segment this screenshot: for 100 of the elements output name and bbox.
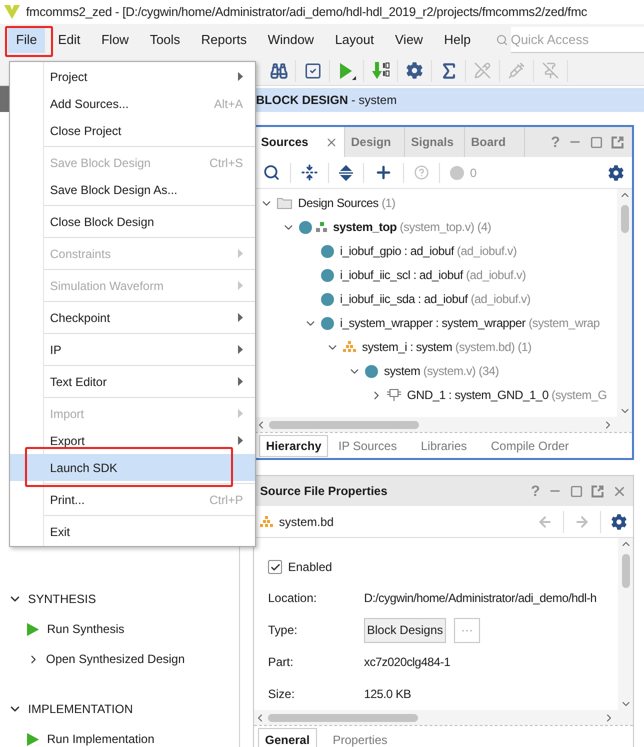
horizontal-scrollbar[interactable] <box>254 710 633 725</box>
collapse-all-icon[interactable] <box>301 164 318 181</box>
property-label: Location: <box>268 590 318 607</box>
tree-item-label[interactable]: i_system_wrapper : system_wrapper (system_wrap <box>340 314 600 332</box>
vertical-scrollbar[interactable] <box>617 189 632 417</box>
menu-item[interactable]: Save Block Design As... <box>10 176 255 203</box>
scrollbar-thumb[interactable] <box>622 554 630 588</box>
expand-all-icon[interactable] <box>339 164 353 180</box>
menu-item[interactable]: Print... Ctrl+P <box>10 486 255 513</box>
scrollbar-thumb[interactable] <box>620 205 628 233</box>
warning-count: 0 <box>470 164 477 182</box>
view-tab[interactable]: Hierarchy <box>259 434 328 456</box>
panel-tab[interactable]: Signals <box>405 127 465 157</box>
add-icon[interactable] <box>374 163 393 182</box>
submenu-arrow-icon <box>238 409 243 418</box>
checkbox-icon[interactable] <box>304 62 322 80</box>
shortcut-label: Alt+A <box>214 96 243 112</box>
property-label: Size: <box>268 686 296 703</box>
tree-item-label[interactable]: i_iobuf_iic_sda : ad_iobuf (ad_iobuf.v) <box>340 290 530 308</box>
tree-item-label[interactable]: system_top (system_top.v) (4) <box>333 218 492 236</box>
search-icon <box>496 34 508 46</box>
tree-item-label[interactable]: i_iobuf_gpio : ad_iobuf (ad_iobuf.v) <box>340 242 517 260</box>
menu-item[interactable]: Exit <box>10 518 255 545</box>
panel-tab[interactable]: Design <box>345 127 405 157</box>
view-tab[interactable]: Compile Order <box>484 434 575 456</box>
checkbox-label: Enabled <box>288 559 332 576</box>
panel-tab[interactable]: Board <box>465 127 525 157</box>
panel-title: Source File Properties <box>260 483 388 500</box>
section-heading[interactable]: IMPLEMENTATION <box>28 700 133 718</box>
view-tab[interactable]: Properties <box>326 728 394 747</box>
file-name: system.bd <box>279 514 334 530</box>
property-label: Type: <box>268 622 298 639</box>
download-arrow-icon[interactable] <box>372 60 390 80</box>
view-tab[interactable]: IP Sources <box>332 434 403 456</box>
menu-item[interactable]: IP <box>10 336 255 363</box>
tree-item-label[interactable]: system (system.v) (34) <box>384 362 499 380</box>
property-value: xc7z020clg484-1 <box>364 654 450 671</box>
chip-icon <box>387 388 401 402</box>
play-icon <box>27 732 39 746</box>
float-window-icon[interactable] <box>591 484 604 498</box>
shortcut-label: Ctrl+S <box>209 154 243 172</box>
submenu-arrow-icon <box>238 72 243 81</box>
menu-item[interactable]: Reports <box>193 27 255 53</box>
block-design-icon <box>260 516 273 528</box>
window-title: fmcomms2_zed - [D:/cygwin/home/Administrator/adi_demo/hdl-hdl_2019_r2/projects/fmcomms2/zed/fmc <box>26 4 588 21</box>
property-label: Part: <box>268 654 294 671</box>
tree-item-label[interactable]: i_iobuf_iic_scl : ad_iobuf (ad_iobuf.v) <box>340 266 526 284</box>
menu-item[interactable]: Checkpoint <box>10 304 255 331</box>
menu-item[interactable]: Text Editor <box>10 368 255 395</box>
submenu-arrow-icon <box>238 345 243 354</box>
horizontal-scrollbar[interactable] <box>255 417 632 432</box>
quick-access-field[interactable]: Quick Access <box>510 27 644 53</box>
view-tab[interactable]: Libraries <box>414 434 473 456</box>
tree-item-label[interactable]: Design Sources (1) <box>298 194 396 212</box>
annotation-frame <box>5 26 53 57</box>
hierarchy-icon <box>316 222 327 232</box>
maximize-icon[interactable] <box>570 484 583 498</box>
maximize-icon[interactable] <box>590 136 603 148</box>
property-value: 125.0 KB <box>364 686 411 703</box>
shortcut-label: Ctrl+P <box>209 492 243 508</box>
binoculars-icon[interactable] <box>270 62 288 80</box>
menu-item[interactable]: Export <box>10 427 255 454</box>
submenu-arrow-icon <box>238 313 243 322</box>
settings-icon[interactable] <box>406 62 423 79</box>
close-icon[interactable] <box>325 136 338 148</box>
view-tab[interactable]: General <box>258 728 317 747</box>
menu-item[interactable]: Edit <box>50 27 88 53</box>
enabled-checkbox[interactable] <box>268 560 282 574</box>
float-window-icon[interactable] <box>611 136 624 148</box>
tree-item-label[interactable]: system_i : system (system.bd) (1) <box>362 338 532 356</box>
menu-item[interactable]: Layout <box>326 27 382 53</box>
property-value: D:/cygwin/home/Administrator/adi_demo/hdl-h <box>364 590 597 607</box>
submenu-arrow-icon <box>238 377 243 386</box>
menu-item[interactable]: Project <box>10 63 255 90</box>
menu-item[interactable]: Launch SDK <box>10 454 255 481</box>
menu-item[interactable]: Tools <box>142 27 188 53</box>
section-heading[interactable]: SYNTHESIS <box>28 590 96 608</box>
menu-item[interactable]: File <box>8 27 45 53</box>
folder-icon <box>277 197 292 209</box>
vertical-scrollbar[interactable] <box>618 538 633 710</box>
menu-item[interactable]: Window <box>260 27 322 53</box>
settings-icon[interactable] <box>608 164 624 180</box>
menu-item[interactable]: Flow <box>93 27 137 53</box>
menu-item[interactable]: Close Block Design <box>10 208 255 235</box>
settings-icon[interactable] <box>611 514 627 530</box>
flow-link[interactable]: Open Synthesized Design <box>46 650 185 668</box>
menu-item[interactable]: Help <box>436 27 479 53</box>
submenu-arrow-icon <box>238 249 243 258</box>
tree-item-label[interactable]: GND_1 : system_GND_1_0 (system_G <box>407 386 607 404</box>
menu-item[interactable]: View <box>387 27 431 53</box>
submenu-arrow-icon <box>238 436 243 445</box>
submenu-arrow-icon <box>238 281 243 290</box>
flow-link[interactable]: Run Implementation <box>47 730 154 747</box>
logo-icon <box>4 5 20 19</box>
menu-item[interactable]: Close Project <box>10 117 255 144</box>
type-button[interactable]: Block Designs <box>364 618 446 642</box>
search-icon[interactable] <box>263 164 280 181</box>
block-design-icon <box>343 341 356 353</box>
flow-link[interactable]: Run Synthesis <box>47 620 124 638</box>
panel-tab[interactable]: Sources <box>255 127 345 157</box>
